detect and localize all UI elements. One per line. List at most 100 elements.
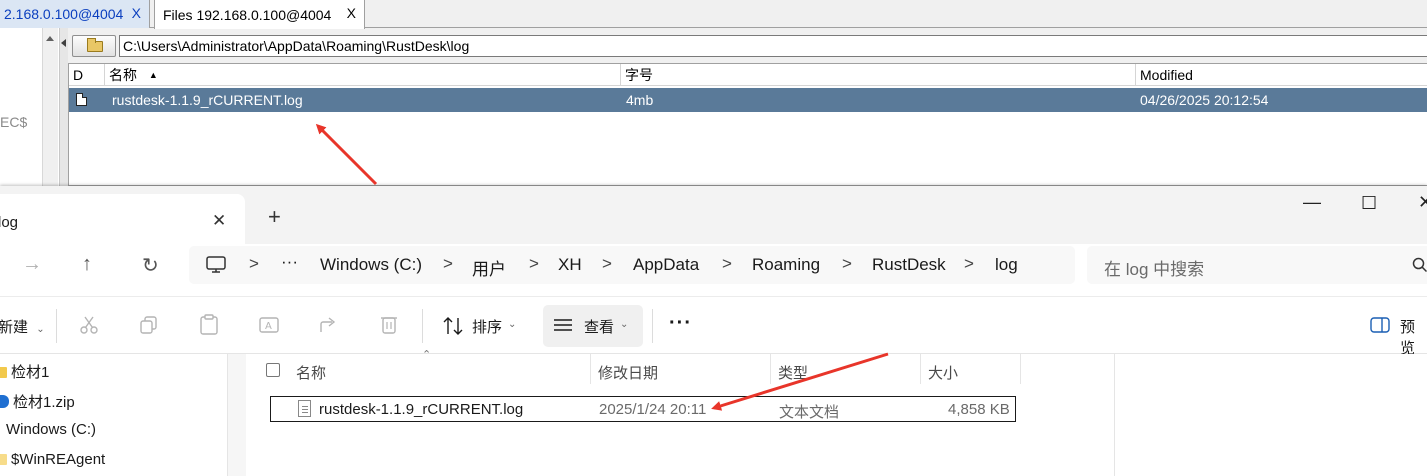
svg-text:A: A (265, 321, 272, 332)
window-close-icon[interactable]: ✕ (1418, 192, 1427, 213)
column-header-d[interactable]: D (69, 64, 105, 86)
column-header-modified[interactable]: Modified (1136, 64, 1427, 86)
breadcrumb-separator[interactable]: > (964, 254, 974, 274)
local-pane-item[interactable]: EC$ (0, 114, 27, 130)
pane-splitter[interactable] (60, 28, 68, 186)
sort-label: 排序 (472, 319, 503, 336)
toolbar-divider (422, 309, 423, 343)
file-icon (76, 93, 87, 106)
screenshot-stage: 2.168.0.100@4004 X Files 192.168.0.100@4… (0, 0, 1427, 476)
breadcrumb-item[interactable]: AppData (633, 255, 699, 275)
tree-item-drive[interactable]: Windows (C:) (6, 421, 96, 438)
details-pane (1114, 354, 1427, 476)
file-modified: 04/26/2025 20:12:54 (1140, 92, 1269, 108)
close-icon[interactable]: X (347, 5, 356, 21)
breadcrumb-separator[interactable]: > (249, 254, 259, 274)
select-all-checkbox[interactable] (266, 363, 280, 377)
sort-up-icon: ⌃ (422, 349, 432, 361)
sort-button[interactable]: 排序 ⌄ (440, 297, 530, 355)
breadcrumb-item[interactable]: Windows (C:) (320, 255, 422, 275)
scroll-up-icon[interactable] (46, 36, 54, 41)
breadcrumb-item-current[interactable]: log (995, 255, 1018, 275)
breadcrumb[interactable]: > ··· Windows (C:) > 用户 > XH > AppData >… (189, 246, 1075, 284)
table-row[interactable]: rustdesk-1.1.9_rCURRENT.log 2025/1/24 20… (270, 396, 1016, 422)
delete-icon[interactable] (379, 314, 399, 336)
local-pane-scrollbar[interactable] (42, 28, 58, 186)
column-divider[interactable] (1020, 354, 1021, 384)
navigation-pane-scrollbar[interactable] (228, 354, 246, 476)
search-placeholder: 在 log 中搜索 (1104, 260, 1205, 279)
this-pc-icon[interactable] (206, 256, 226, 274)
file-size: 4,858 KB (948, 401, 1010, 418)
copy-icon[interactable] (139, 315, 159, 335)
breadcrumb-item[interactable]: 用户 (472, 255, 506, 280)
breadcrumb-item[interactable]: XH (558, 255, 582, 275)
maximize-icon[interactable]: ☐ (1361, 193, 1377, 214)
column-divider[interactable] (920, 354, 921, 384)
search-input[interactable]: 在 log 中搜索 (1087, 246, 1427, 284)
column-header-size[interactable]: 大小 (928, 362, 958, 383)
column-header-name[interactable]: 名称 ▲ (105, 64, 621, 86)
new-button[interactable]: 新建 ⌄ (0, 316, 45, 337)
column-divider[interactable] (770, 354, 771, 384)
sort-asc-icon: ▲ (148, 70, 158, 80)
collapse-left-icon[interactable] (61, 39, 66, 47)
breadcrumb-separator[interactable]: > (529, 254, 539, 274)
share-icon[interactable] (318, 314, 340, 336)
breadcrumb-more[interactable]: ··· (281, 252, 298, 272)
rustdesk-tab-files[interactable]: Files 192.168.0.100@4004 X (154, 0, 365, 29)
new-tab-icon[interactable]: + (268, 204, 281, 230)
more-options-icon[interactable]: ··· (669, 312, 692, 335)
breadcrumb-item[interactable]: Roaming (752, 255, 820, 275)
rustdesk-file-transfer-window: 2.168.0.100@4004 X Files 192.168.0.100@4… (0, 0, 1427, 186)
file-size: 4mb (626, 92, 654, 108)
close-icon[interactable]: X (132, 5, 141, 21)
close-tab-icon[interactable]: ✕ (212, 211, 226, 231)
up-icon[interactable]: ↑ (82, 253, 92, 276)
column-header-name[interactable]: 名称 (296, 362, 326, 383)
view-label: 查看 (584, 319, 615, 336)
cut-icon[interactable] (79, 315, 99, 335)
rustdesk-tab-files-label: Files 192.168.0.100@4004 (163, 6, 332, 23)
column-divider[interactable] (590, 354, 591, 384)
column-header-name-label: 名称 (109, 67, 137, 83)
view-button[interactable]: 查看 ⌄ (543, 305, 643, 347)
rustdesk-tab-remote[interactable]: 2.168.0.100@4004 X (0, 0, 150, 28)
browse-folder-button[interactable] (72, 35, 116, 57)
refresh-icon[interactable]: ↻ (142, 253, 159, 278)
explorer-command-bar: 新建 ⌄ A 排序 ⌄ 查看 ⌄ ··· 预览 (0, 296, 1427, 357)
preview-pane-icon (1370, 317, 1390, 333)
tree-item-folder[interactable]: 检材1 (0, 361, 49, 382)
column-header-type[interactable]: 类型 (778, 362, 808, 383)
rename-icon[interactable]: A (258, 314, 280, 336)
breadcrumb-separator[interactable]: > (722, 254, 732, 274)
chevron-down-icon: ⌄ (508, 319, 517, 330)
forward-icon[interactable]: → (22, 253, 42, 276)
minimize-icon[interactable]: — (1303, 192, 1321, 213)
breadcrumb-separator[interactable]: > (602, 254, 612, 274)
search-icon[interactable] (1412, 257, 1427, 273)
paste-icon[interactable] (199, 314, 219, 336)
file-name: rustdesk-1.1.9_rCURRENT.log (319, 401, 524, 418)
rustdesk-tab-bar: 2.168.0.100@4004 X Files 192.168.0.100@4… (0, 0, 1427, 29)
view-list-icon (554, 319, 572, 331)
folder-icon (0, 454, 7, 465)
explorer-tab-log[interactable]: log ✕ (0, 194, 245, 244)
breadcrumb-separator[interactable]: > (443, 254, 453, 274)
toolbar-divider (652, 309, 653, 343)
remote-path-input[interactable]: C:\Users\Administrator\AppData\Roaming\R… (119, 35, 1427, 57)
table-row[interactable]: rustdesk-1.1.9_rCURRENT.log 4mb 04/26/20… (69, 88, 1427, 112)
breadcrumb-separator[interactable]: > (842, 254, 852, 274)
sort-icon (443, 317, 463, 335)
toolbar-divider (56, 309, 57, 343)
column-header-size[interactable]: 字号 (621, 64, 1136, 86)
file-type: 文本文档 (779, 404, 840, 421)
breadcrumb-item[interactable]: RustDesk (872, 255, 946, 275)
explorer-tab-title: log (0, 214, 19, 231)
tree-item-zip[interactable]: 检材1.zip (0, 391, 75, 412)
text-file-icon (298, 400, 311, 417)
new-button-label: 新建 (0, 319, 29, 336)
preview-pane-button[interactable]: 预览 (1368, 297, 1427, 357)
tree-item-folder[interactable]: $WinREAgent (0, 451, 105, 468)
column-header-date[interactable]: 修改日期 (598, 362, 658, 383)
